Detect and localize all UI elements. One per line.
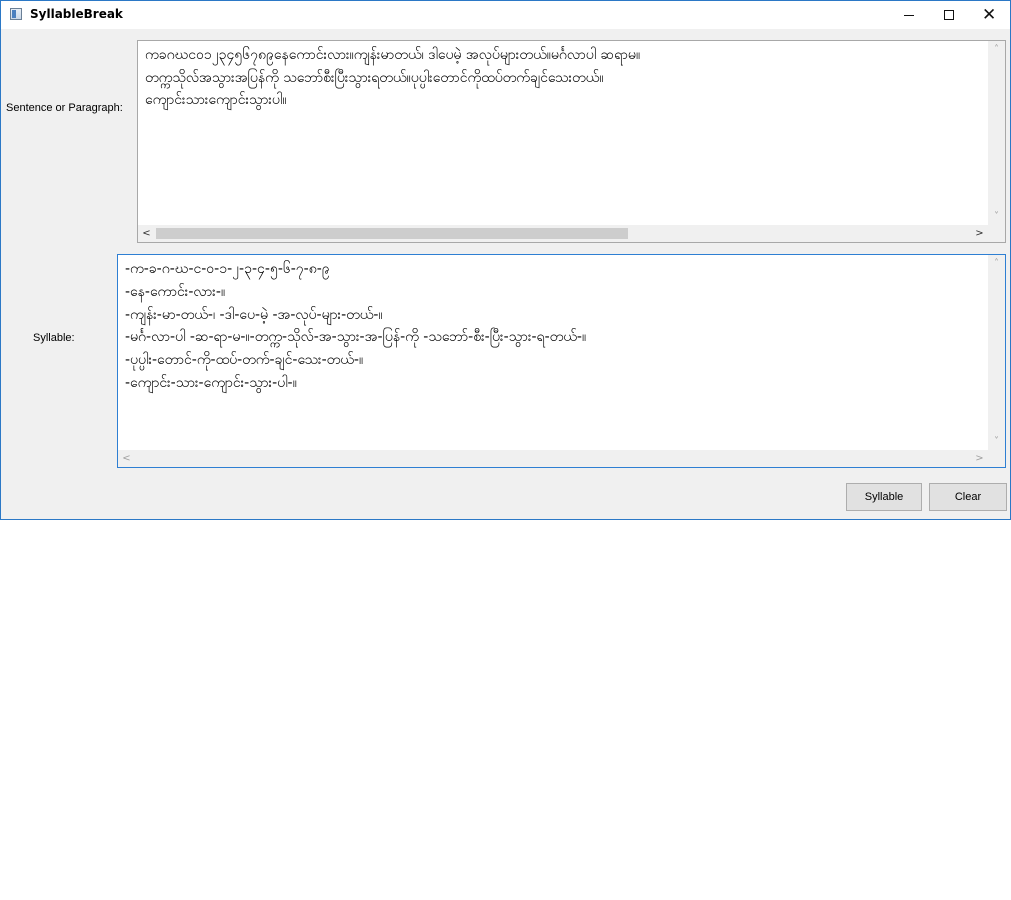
syllable-line: -မင်္ဂ-လာ-ပါ -ဆ-ရာ-မ-။-တက္က-သိုလ်-အ-သွား… (125, 329, 587, 346)
scrollbar-corner (988, 225, 1005, 242)
maximize-button[interactable] (926, 1, 972, 29)
sentence-textbox[interactable]: ကခဂဃင၀၁၂၃၄၅၆၇၈၉နေကောင်းလား။ကျန်းမာတယ်၊ ဒ… (137, 40, 1006, 243)
sentence-line: တက္ကသိုလ်အသွားအပြန်ကို သဘော်စီးပြီးသွားရ… (145, 69, 604, 86)
sentence-text[interactable]: ကခဂဃင၀၁၂၃၄၅၆၇၈၉နေကောင်းလား။ကျန်းမာတယ်၊ ဒ… (145, 44, 640, 112)
app-icon (10, 8, 22, 20)
syllable-textbox[interactable]: -က-ခ-ဂ-ဃ-င-၀-၁-၂-၃-၄-၅-၆-၇-၈-၉ -နေ-ကောင်း… (117, 254, 1006, 468)
sentence-horizontal-thumb[interactable] (156, 228, 628, 239)
syllable-line: -က-ခ-ဂ-ဃ-င-၀-၁-၂-၃-၄-၅-၆-၇-၈-၉ (125, 261, 330, 277)
scroll-up-icon[interactable]: ˄ (988, 41, 1005, 58)
scrollbar-corner (988, 450, 1005, 467)
scroll-left-icon[interactable]: < (118, 450, 135, 467)
window-title: SyllableBreak (30, 7, 123, 21)
syllable-line: -ကျန်း-မာ-တယ်-၊ -ဒါ-ပေ-မဲ့ -အ-လုပ်-များ-… (125, 306, 383, 323)
title-bar[interactable]: SyllableBreak ✕ (1, 1, 1010, 29)
syllable-text[interactable]: -က-ခ-ဂ-ဃ-င-၀-၁-၂-၃-၄-၅-၆-၇-၈-၉ -နေ-ကောင်း… (125, 258, 586, 395)
syllable-vertical-scrollbar[interactable]: ˄ ˅ (988, 255, 1005, 452)
sentence-vertical-scrollbar[interactable]: ˄ ˅ (988, 41, 1005, 225)
close-button[interactable]: ✕ (967, 1, 1011, 29)
syllable-line: -ကျောင်း-သား-ကျောင်း-သွား-ပါ-။ (125, 374, 297, 391)
minimize-icon (904, 15, 914, 16)
scroll-up-icon[interactable]: ˄ (988, 255, 1005, 272)
scroll-right-icon[interactable]: > (971, 450, 988, 467)
syllable-horizontal-scrollbar[interactable]: < > (118, 450, 988, 467)
close-icon: ✕ (982, 5, 997, 25)
sentence-label: Sentence or Paragraph: (6, 102, 123, 114)
sentence-line: ကျောင်းသားကျောင်းသွားပါ။ (145, 92, 287, 108)
syllable-line: -ပုပ္ပါး-တောင်-ကို-ထပ်-တက်-ချင်-သေး-တယ်-… (125, 352, 364, 369)
scroll-down-icon[interactable]: ˅ (988, 208, 1005, 225)
clear-button[interactable]: Clear (929, 483, 1007, 511)
syllable-label: Syllable: (33, 332, 75, 344)
syllablebreak-window: SyllableBreak ✕ Sentence or Paragraph: က… (0, 0, 1011, 520)
syllable-button[interactable]: Syllable (846, 483, 922, 511)
scroll-down-icon[interactable]: ˅ (988, 433, 1005, 450)
maximize-icon (944, 10, 954, 20)
sentence-line: ကခဂဃင၀၁၂၃၄၅၆၇၈၉နေကောင်းလား။ကျန်းမာတယ်၊ ဒ… (145, 47, 641, 63)
scroll-left-icon[interactable]: < (138, 225, 155, 242)
scroll-right-icon[interactable]: > (971, 225, 988, 242)
sentence-horizontal-scrollbar[interactable]: < > (138, 225, 988, 242)
syllable-line: -နေ-ကောင်း-လား-။ (125, 283, 226, 300)
